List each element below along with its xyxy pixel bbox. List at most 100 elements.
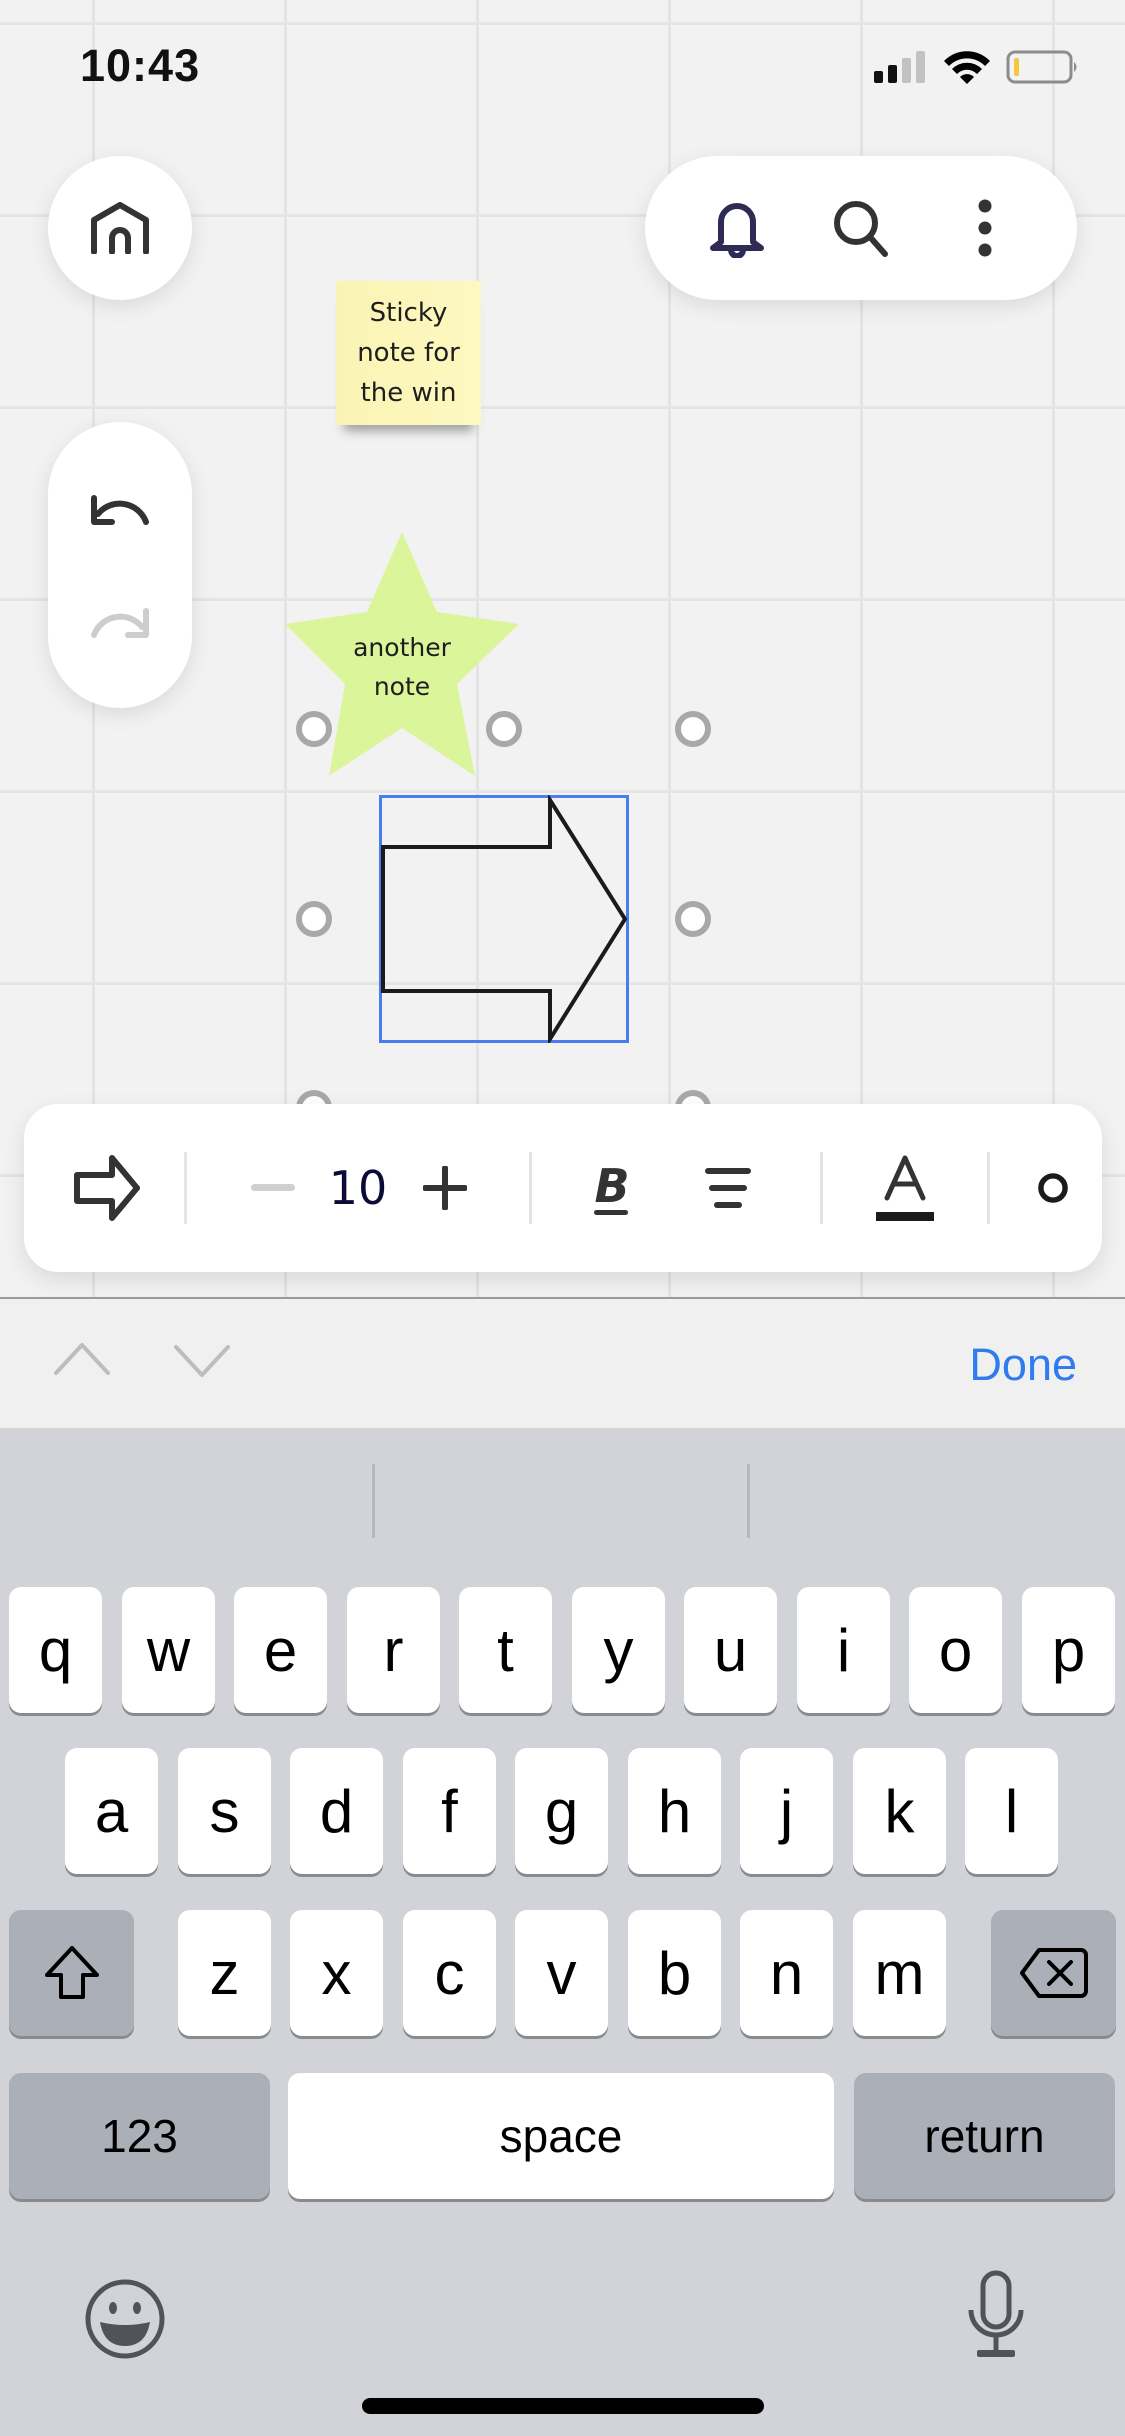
key-e[interactable]: e bbox=[234, 1587, 327, 1713]
key-m[interactable]: m bbox=[853, 1910, 946, 2036]
key-c[interactable]: c bbox=[403, 1910, 496, 2036]
decrease-font-size-button[interactable] bbox=[251, 1184, 295, 1192]
home-indicator[interactable] bbox=[362, 2398, 764, 2414]
connector-handle[interactable] bbox=[296, 901, 332, 937]
bell-icon bbox=[710, 203, 764, 258]
minus-icon bbox=[251, 1184, 295, 1191]
toolbar-divider bbox=[529, 1152, 532, 1224]
key-y[interactable]: y bbox=[572, 1587, 665, 1713]
bold-icon: B bbox=[594, 1159, 630, 1215]
selection-box bbox=[379, 795, 629, 1043]
home-button[interactable] bbox=[48, 156, 192, 300]
key-h[interactable]: h bbox=[628, 1748, 721, 1874]
svg-text:B: B bbox=[594, 1159, 629, 1213]
star-shape-text: another note bbox=[285, 628, 519, 706]
key-f[interactable]: f bbox=[403, 1748, 496, 1874]
format-toolbar: 10 B bbox=[24, 1104, 1102, 1272]
shift-key[interactable] bbox=[9, 1910, 134, 2036]
key-j[interactable]: j bbox=[740, 1748, 833, 1874]
redo-icon bbox=[91, 607, 149, 638]
toolbar-divider bbox=[184, 1152, 187, 1224]
star-text-line: another bbox=[353, 633, 451, 662]
selected-arrow-shape[interactable] bbox=[379, 795, 629, 1043]
cellular-signal-icon bbox=[874, 51, 925, 83]
key-p[interactable]: p bbox=[1022, 1587, 1115, 1713]
done-button[interactable]: Done bbox=[969, 1339, 1077, 1391]
key-r[interactable]: r bbox=[347, 1587, 440, 1713]
font-size-value[interactable]: 10 bbox=[317, 1161, 399, 1215]
suggestion-divider bbox=[747, 1464, 750, 1538]
key-x[interactable]: x bbox=[290, 1910, 383, 2036]
next-field-button[interactable] bbox=[172, 1343, 232, 1384]
align-center-icon bbox=[705, 1168, 751, 1208]
arrow-outline bbox=[381, 795, 628, 1043]
chevron-up-icon bbox=[54, 1343, 110, 1375]
sticky-note-line: note for bbox=[357, 338, 460, 368]
top-actions-pill bbox=[645, 156, 1077, 300]
status-time: 10:43 bbox=[80, 40, 201, 91]
plus-icon bbox=[423, 1166, 467, 1210]
notifications-button[interactable] bbox=[697, 188, 777, 268]
return-key[interactable]: return bbox=[854, 2073, 1115, 2199]
shape-type-button[interactable] bbox=[74, 1155, 140, 1221]
key-b[interactable]: b bbox=[628, 1910, 721, 2036]
undo-icon bbox=[91, 494, 149, 525]
bold-button[interactable]: B bbox=[592, 1158, 632, 1218]
key-k[interactable]: k bbox=[853, 1748, 946, 1874]
text-align-button[interactable] bbox=[704, 1166, 752, 1210]
whiteboard-canvas[interactable]: 10:43 Sticky note for the win another no… bbox=[0, 0, 1125, 1297]
chevron-down-icon bbox=[174, 1345, 230, 1377]
key-t[interactable]: t bbox=[459, 1587, 552, 1713]
space-key[interactable]: space bbox=[288, 2073, 834, 2199]
key-q[interactable]: q bbox=[9, 1587, 102, 1713]
key-n[interactable]: n bbox=[740, 1910, 833, 2036]
key-i[interactable]: i bbox=[797, 1587, 890, 1713]
keyboard: q w e r t y u i o p a s d f g h j k l z … bbox=[0, 1428, 1125, 2436]
toolbar-divider bbox=[987, 1152, 990, 1224]
dictation-button[interactable] bbox=[966, 2270, 1026, 2365]
key-w[interactable]: w bbox=[122, 1587, 215, 1713]
border-color-icon bbox=[1038, 1173, 1068, 1203]
key-g[interactable]: g bbox=[515, 1748, 608, 1874]
connector-handle[interactable] bbox=[675, 711, 711, 747]
connector-handle[interactable] bbox=[675, 901, 711, 937]
search-button[interactable] bbox=[821, 188, 901, 268]
previous-field-button[interactable] bbox=[52, 1341, 112, 1382]
key-l[interactable]: l bbox=[965, 1748, 1058, 1874]
star-text-line: note bbox=[373, 672, 431, 701]
search-icon bbox=[834, 201, 888, 257]
shift-icon bbox=[44, 1946, 99, 1999]
connector-handle[interactable] bbox=[296, 711, 332, 747]
redo-button[interactable] bbox=[80, 582, 160, 662]
emoji-button[interactable] bbox=[84, 2278, 166, 2365]
suggestion-divider bbox=[372, 1464, 375, 1538]
battery-low-icon bbox=[1006, 50, 1077, 84]
undo-button[interactable] bbox=[80, 469, 160, 549]
sticky-note[interactable]: Sticky note for the win bbox=[336, 281, 481, 425]
microphone-icon bbox=[968, 2270, 1024, 2357]
connector-handle[interactable] bbox=[486, 711, 522, 747]
status-icons bbox=[874, 50, 1080, 84]
key-s[interactable]: s bbox=[178, 1748, 271, 1874]
key-v[interactable]: v bbox=[515, 1910, 608, 2036]
delete-key[interactable] bbox=[991, 1910, 1116, 2036]
delete-icon bbox=[1019, 1948, 1088, 1998]
arrow-shape-icon bbox=[74, 1155, 140, 1221]
key-z[interactable]: z bbox=[178, 1910, 271, 2036]
key-u[interactable]: u bbox=[684, 1587, 777, 1713]
toolbar-divider bbox=[820, 1152, 823, 1224]
sticky-note-line: the win bbox=[360, 378, 457, 408]
text-color-button[interactable] bbox=[875, 1154, 935, 1222]
undo-redo-group bbox=[48, 422, 192, 708]
more-vertical-icon bbox=[978, 199, 992, 257]
key-o[interactable]: o bbox=[909, 1587, 1002, 1713]
border-color-button[interactable] bbox=[1038, 1152, 1068, 1224]
sticky-note-line: Sticky bbox=[369, 298, 448, 328]
keyboard-accessory-bar: Done bbox=[0, 1297, 1125, 1428]
key-d[interactable]: d bbox=[290, 1748, 383, 1874]
numbers-key[interactable]: 123 bbox=[9, 2073, 270, 2199]
increase-font-size-button[interactable] bbox=[423, 1166, 467, 1210]
key-a[interactable]: a bbox=[65, 1748, 158, 1874]
emoji-icon bbox=[85, 2279, 165, 2359]
more-options-button[interactable] bbox=[945, 188, 1025, 268]
